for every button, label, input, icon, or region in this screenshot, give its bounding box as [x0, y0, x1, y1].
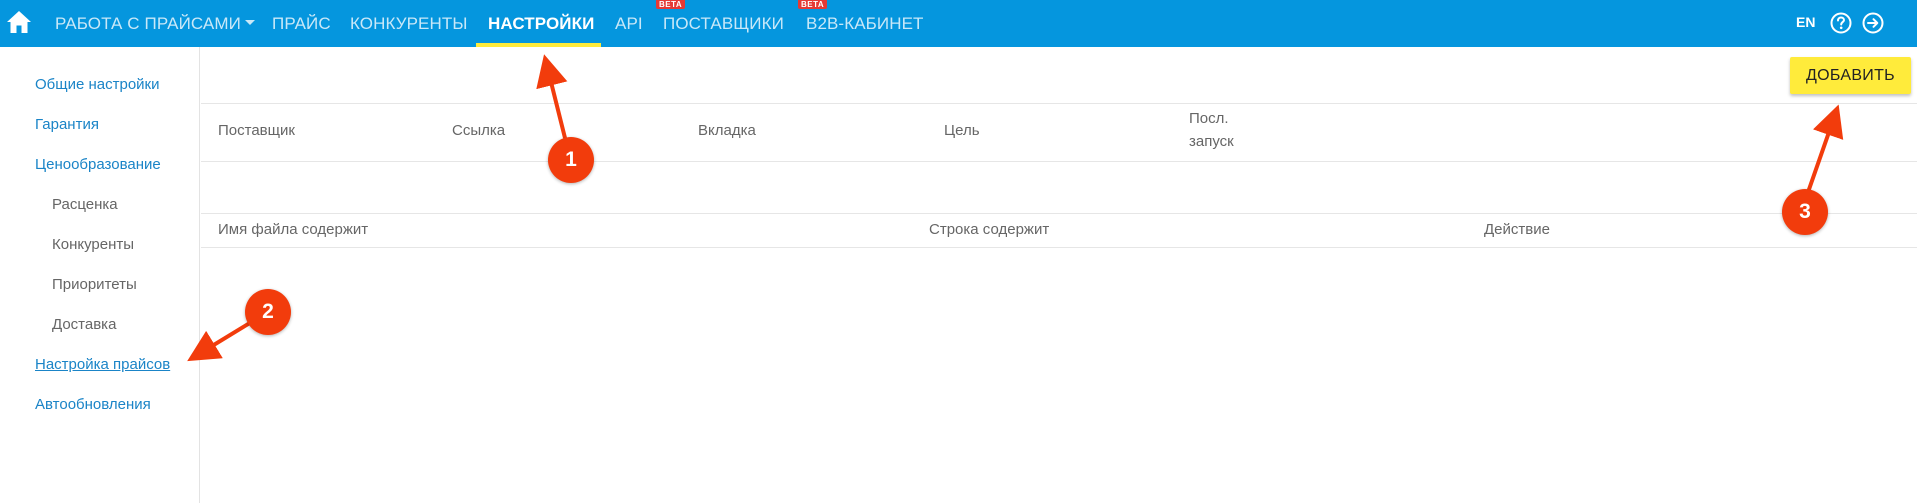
sidebar-item-price-settings[interactable]: Настройка прайсов	[35, 356, 170, 373]
logout-icon[interactable]	[1862, 12, 1884, 34]
sidebar-item-warranty[interactable]: Гарантия	[35, 116, 99, 133]
column-header-target: Цель	[944, 122, 980, 139]
nav-label: РАБОТА С ПРАЙСАМИ	[55, 14, 241, 33]
help-icon[interactable]	[1830, 12, 1852, 34]
annotation-badge-2: 2	[245, 289, 291, 335]
column-header-filename-contains: Имя файла содержит	[218, 221, 369, 238]
sidebar-item-pricing[interactable]: Ценообразование	[35, 156, 161, 173]
home-icon[interactable]	[6, 10, 32, 34]
caret-down-icon	[244, 20, 255, 26]
nav-label: B2B-КАБИНЕТ	[806, 14, 924, 33]
annotation-badge-3: 3	[1782, 189, 1828, 235]
sidebar-item-priorities[interactable]: Приоритеты	[52, 276, 137, 293]
sidebar-item-general-settings[interactable]: Общие настройки	[35, 76, 160, 93]
nav-settings[interactable]: НАСТРОЙКИ	[488, 0, 594, 47]
nav-price[interactable]: ПРАЙС	[272, 0, 331, 47]
language-switch[interactable]: EN	[1796, 0, 1815, 47]
nav-api[interactable]: API	[615, 0, 643, 47]
column-header-last-run-line2: запуск	[1189, 133, 1234, 150]
nav-label: ПОСТАВЩИКИ	[663, 14, 784, 33]
column-header-tab: Вкладка	[698, 122, 756, 139]
divider	[201, 247, 1917, 248]
divider	[201, 103, 1917, 104]
nav-label: НАСТРОЙКИ	[488, 14, 595, 33]
column-header-link: Ссылка	[452, 122, 506, 139]
sidebar-item-markup[interactable]: Расценка	[52, 196, 118, 213]
sidebar-item-delivery[interactable]: Доставка	[52, 316, 116, 333]
nav-competitors[interactable]: КОНКУРЕНТЫ	[350, 0, 468, 47]
annotation-badge-1: 1	[548, 137, 594, 183]
column-header-supplier: Поставщик	[218, 122, 295, 139]
nav-work-with-prices[interactable]: РАБОТА С ПРАЙСАМИ	[55, 0, 255, 47]
divider	[201, 213, 1917, 214]
column-header-action: Действие	[1484, 221, 1550, 238]
nav-b2b-cabinet[interactable]: B2B-КАБИНЕТ	[806, 0, 924, 47]
nav-label: КОНКУРЕНТЫ	[350, 14, 468, 33]
settings-sidebar: Общие настройки Гарантия Ценообразование…	[0, 47, 200, 503]
sidebar-item-auto-updates[interactable]: Автообновления	[35, 396, 151, 413]
divider	[201, 161, 1917, 162]
sidebar-item-competitors[interactable]: Конкуренты	[52, 236, 134, 253]
column-header-row-contains: Строка содержит	[929, 221, 1050, 238]
add-button[interactable]: ДОБАВИТЬ	[1790, 57, 1911, 94]
nav-label: ПРАЙС	[272, 14, 331, 33]
top-navigation-bar: РАБОТА С ПРАЙСАМИ ПРАЙС КОНКУРЕНТЫ НАСТР…	[0, 0, 1917, 47]
main-content: ДОБАВИТЬ Поставщик Ссылка Вкладка Цель П…	[201, 47, 1917, 503]
column-header-last-run-line1: Посл.	[1189, 110, 1229, 127]
nav-suppliers[interactable]: ПОСТАВЩИКИ	[663, 0, 784, 47]
nav-label: API	[615, 14, 643, 33]
